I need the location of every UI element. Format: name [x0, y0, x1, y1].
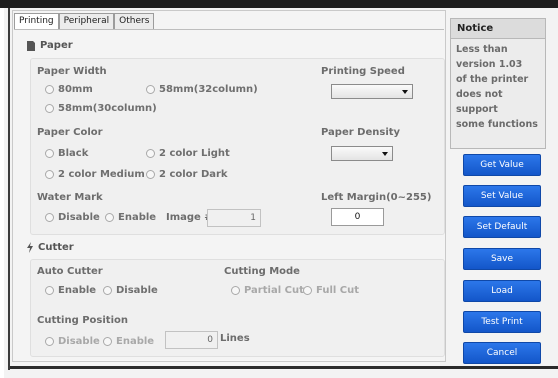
paper-section-title: Paper: [40, 40, 73, 51]
option-label: Full Cut: [316, 285, 360, 296]
paper-density-label: Paper Density: [321, 127, 401, 138]
image-number-label: Image #: [166, 212, 213, 223]
radio-circle: [45, 104, 54, 113]
cutting-mode-full[interactable]: Full Cut: [303, 285, 359, 296]
paper-density-select[interactable]: [331, 146, 393, 161]
cutting-position-disable[interactable]: Disable: [45, 336, 100, 347]
auto-cutter-enable[interactable]: Enable: [45, 285, 96, 296]
notice-line: of the printer: [456, 74, 529, 85]
option-label: Black: [58, 148, 89, 159]
option-label: 58mm(32column): [159, 84, 258, 95]
document-icon: [27, 40, 35, 51]
chevron-down-icon: [382, 152, 388, 156]
paper-color-medium[interactable]: 2 color Medium: [45, 169, 145, 180]
option-label: 80mm: [58, 84, 93, 95]
option-label: Enable: [116, 336, 155, 347]
cutter-section-header: Cutter: [26, 242, 74, 253]
tab-others[interactable]: Others: [114, 13, 155, 29]
radio-circle: [146, 170, 155, 179]
option-label: Enable: [58, 285, 97, 296]
radio-circle: [103, 337, 112, 346]
printing-speed-select[interactable]: [331, 84, 413, 99]
radio-circle: [146, 149, 155, 158]
cutting-mode-label: Cutting Mode: [224, 266, 300, 277]
option-label: Disable: [116, 285, 158, 296]
radio-circle: [45, 286, 54, 295]
left-margin-label: Left Margin(0~255): [321, 192, 432, 203]
radio-circle: [45, 149, 54, 158]
notice-body: Less than version 1.03 of the printer do…: [451, 39, 545, 135]
watermark-disable[interactable]: Disable: [45, 212, 100, 223]
cutting-mode-partial[interactable]: Partial Cut: [231, 285, 304, 296]
printing-speed-label: Printing Speed: [321, 66, 405, 77]
option-label: 2 color Dark: [159, 169, 228, 180]
radio-circle: [45, 337, 54, 346]
option-label: 58mm(30column): [58, 103, 157, 114]
paper-width-label: Paper Width: [37, 66, 107, 77]
lines-label: Lines: [220, 333, 250, 344]
cutting-position-enable[interactable]: Enable: [103, 336, 154, 347]
auto-cutter-disable[interactable]: Disable: [103, 285, 158, 296]
set-default-button[interactable]: Set Default: [463, 216, 541, 238]
radio-circle: [45, 170, 54, 179]
window-left-margin: [0, 8, 4, 378]
notice-line: does not support: [456, 89, 503, 115]
notice-line: some functions: [456, 119, 538, 130]
radio-circle: [303, 286, 312, 295]
radio-circle: [103, 286, 112, 295]
cutter-section-title: Cutter: [38, 242, 74, 253]
cutting-position-input[interactable]: 0: [165, 331, 218, 349]
get-value-button[interactable]: Get Value: [463, 154, 541, 176]
tab-printing[interactable]: Printing: [14, 13, 59, 30]
radio-circle: [45, 213, 54, 222]
save-button[interactable]: Save: [463, 248, 541, 270]
chevron-down-icon: [402, 90, 408, 94]
radio-circle: [231, 286, 240, 295]
notice-line: version 1.03: [456, 59, 523, 70]
paper-width-58mm-30[interactable]: 58mm(30column): [45, 103, 157, 114]
tab-underline: [14, 29, 444, 30]
left-margin-input[interactable]: 0: [331, 208, 384, 226]
paper-color-light[interactable]: 2 color Light: [146, 148, 230, 159]
test-print-button[interactable]: Test Print: [463, 311, 541, 333]
option-label: Disable: [58, 336, 100, 347]
paper-width-80mm[interactable]: 80mm: [45, 84, 93, 95]
lightning-icon: [27, 242, 33, 253]
option-label: 2 color Medium: [58, 169, 145, 180]
notice-line: Less than: [456, 44, 508, 55]
radio-circle: [146, 85, 155, 94]
tab-bar: Printing Peripheral Others: [14, 13, 155, 30]
option-label: 2 color Light: [159, 148, 230, 159]
set-value-button[interactable]: Set Value: [463, 185, 541, 207]
paper-color-dark[interactable]: 2 color Dark: [146, 169, 228, 180]
paper-color-label: Paper Color: [37, 127, 103, 138]
radio-circle: [105, 213, 114, 222]
option-label: Enable: [118, 212, 157, 223]
paper-color-black[interactable]: Black: [45, 148, 88, 159]
option-label: Partial Cut: [244, 285, 304, 296]
image-number-input[interactable]: 1: [207, 209, 261, 227]
option-label: Disable: [58, 212, 100, 223]
water-mark-label: Water Mark: [37, 192, 103, 203]
paper-section-header: Paper: [26, 40, 73, 51]
window-left-border: [8, 8, 10, 370]
paper-width-58mm-32[interactable]: 58mm(32column): [146, 84, 258, 95]
cancel-button[interactable]: Cancel: [463, 342, 541, 364]
radio-circle: [45, 85, 54, 94]
cutting-position-label: Cutting Position: [37, 315, 128, 326]
notice-box: Notice Less than version 1.03 of the pri…: [450, 18, 546, 149]
window-bottom-border: [10, 366, 558, 369]
watermark-enable[interactable]: Enable: [105, 212, 156, 223]
notice-title: Notice: [451, 19, 545, 39]
load-button[interactable]: Load: [463, 280, 541, 302]
auto-cutter-label: Auto Cutter: [37, 266, 103, 277]
tab-peripheral[interactable]: Peripheral: [58, 13, 115, 29]
window-top-border: [0, 0, 558, 8]
